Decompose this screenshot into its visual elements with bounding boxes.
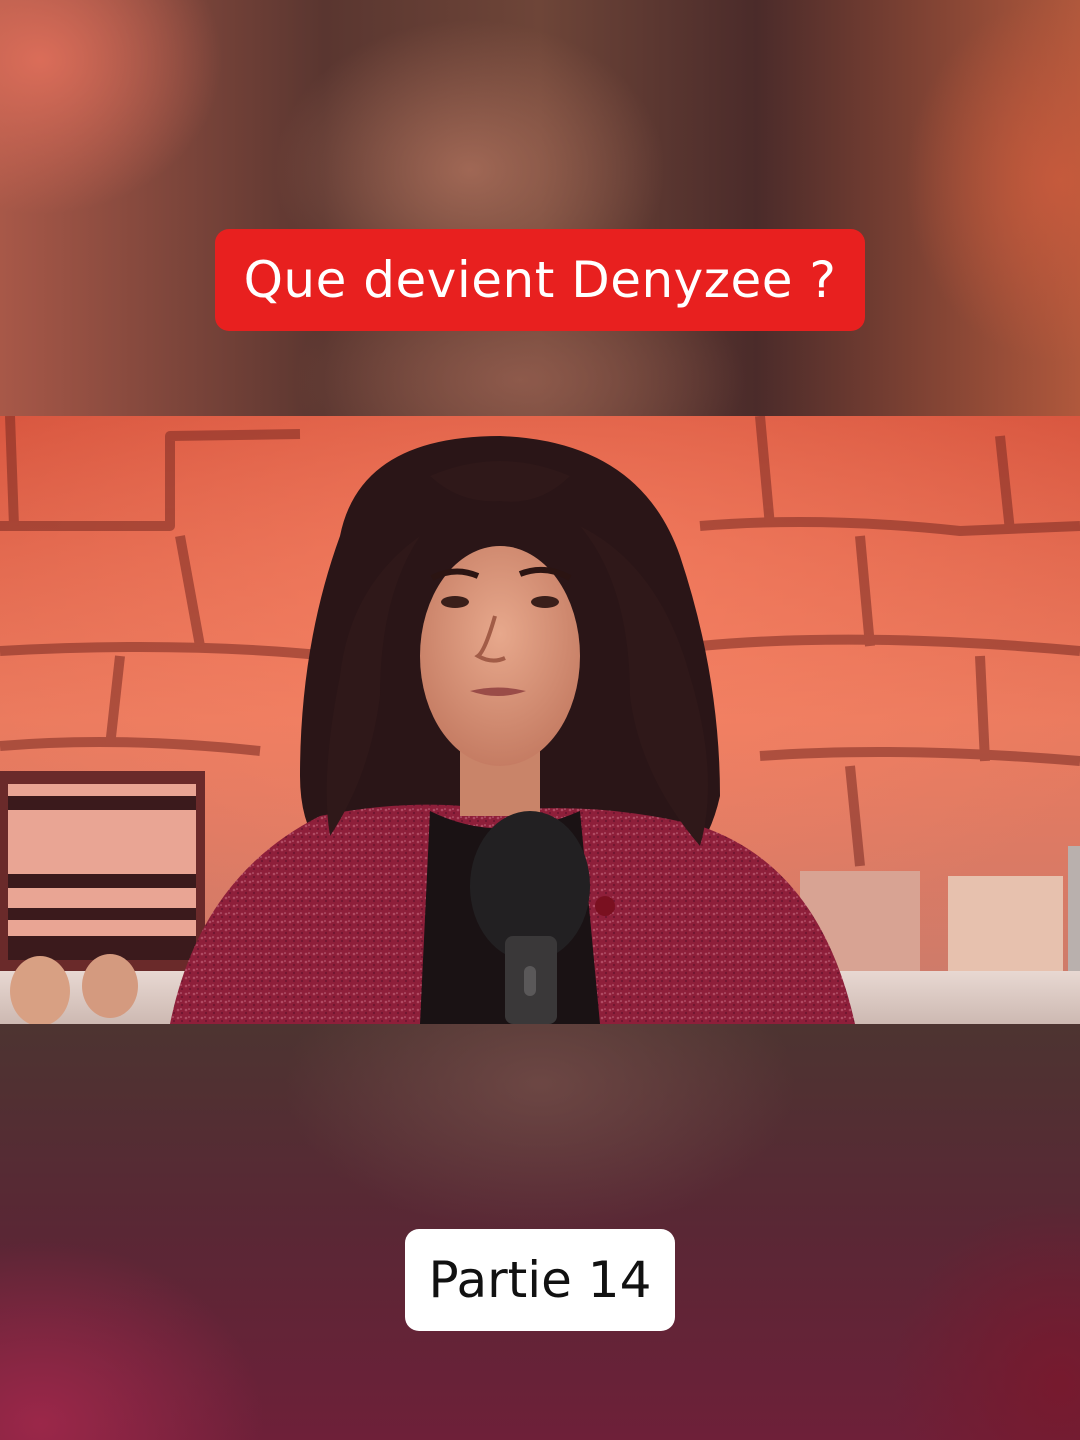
part-caption-text: Partie 14 xyxy=(428,1251,652,1309)
part-caption: Partie 14 xyxy=(405,1229,675,1331)
video-scene-image xyxy=(0,416,1080,1024)
title-caption: Que devient Denyzee ? xyxy=(215,229,865,331)
title-caption-text: Que devient Denyzee ? xyxy=(243,251,837,309)
blurred-background-top xyxy=(0,0,1080,416)
video-frame[interactable] xyxy=(0,416,1080,1024)
